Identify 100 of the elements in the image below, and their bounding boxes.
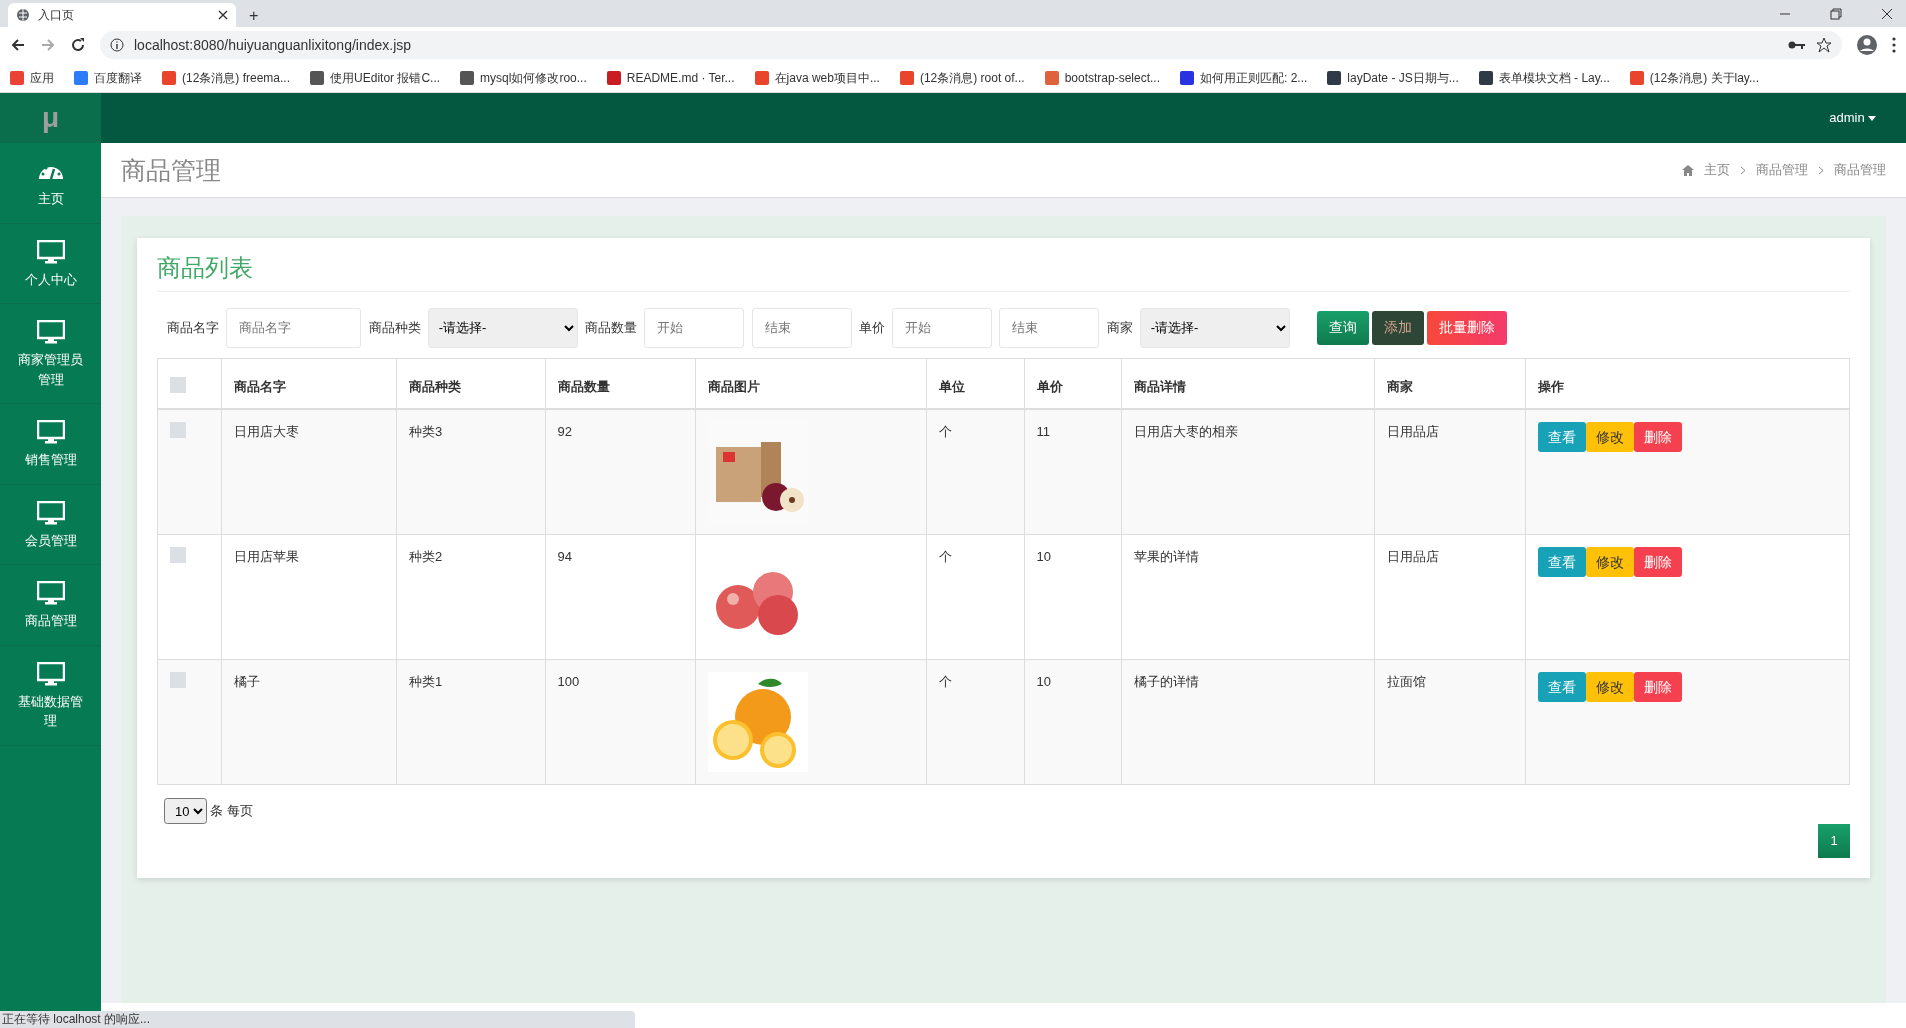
sidebar-item[interactable]: 商家管理员管理 xyxy=(12,350,89,389)
sidebar-item[interactable]: 会员管理 xyxy=(24,530,77,550)
more-icon[interactable] xyxy=(1892,37,1896,53)
breadcrumb-item: 商品管理 xyxy=(1834,161,1886,180)
filter-label: 商品名字 xyxy=(167,319,219,338)
filter-label: 单价 xyxy=(858,319,885,338)
table-cell: 个 xyxy=(939,549,953,565)
page-size-select[interactable]: 10 xyxy=(163,798,207,824)
delete-button[interactable]: 删除 xyxy=(1633,547,1682,578)
bookmark-link[interactable]: (12条消息) 关于lay... xyxy=(1649,68,1759,87)
bookmark-link[interactable]: 在java web项目中... xyxy=(774,68,880,87)
table-cell: 日用店大枣 xyxy=(234,424,300,440)
checkbox[interactable] xyxy=(170,672,186,689)
new-tab-button[interactable]: + xyxy=(236,2,272,27)
key-icon[interactable] xyxy=(1788,39,1806,51)
column-header: 商品种类 xyxy=(409,378,461,394)
restore-icon[interactable] xyxy=(1830,7,1842,20)
checkbox[interactable] xyxy=(170,376,186,393)
table-cell: 100 xyxy=(557,674,580,690)
bookmark-link[interactable]: (12条消息) root of... xyxy=(919,68,1025,87)
delete-button[interactable]: 批量删除 xyxy=(1427,310,1507,345)
query-button[interactable]: 查询 xyxy=(1316,310,1369,345)
sidebar-item[interactable]: 销售管理 xyxy=(24,450,77,470)
column-header: 商家 xyxy=(1387,378,1413,394)
add-button[interactable]: 添加 xyxy=(1371,310,1424,345)
range-field[interactable]: 结束 xyxy=(751,307,852,348)
column-header: 商品数量 xyxy=(557,378,610,394)
reload-icon[interactable] xyxy=(70,37,86,53)
column-header: 操作 xyxy=(1537,378,1564,394)
table-cell: 11 xyxy=(1036,424,1051,440)
sidebar-item[interactable]: 商品管理 xyxy=(24,611,77,631)
monitor-icon xyxy=(36,500,65,525)
breadcrumb-item[interactable]: 主页 xyxy=(1704,160,1730,180)
bookmark-link[interactable]: 应用 xyxy=(30,68,54,87)
close-icon[interactable] xyxy=(218,10,228,20)
bookmark-link[interactable]: 百度翻译 xyxy=(94,68,142,87)
column-header: 商品图片 xyxy=(708,378,761,394)
filter-label: 商品数量 xyxy=(585,319,637,338)
monitor-icon xyxy=(36,239,65,264)
chevron-icon xyxy=(1818,165,1824,175)
close-icon[interactable] xyxy=(1881,7,1893,20)
sidebar-item[interactable]: 主页 xyxy=(37,189,64,209)
table-cell: 日用品店 xyxy=(1387,549,1439,565)
bookmark-link[interactable]: layDate - JS日期与... xyxy=(1347,68,1459,87)
table-cell: 拉面馆 xyxy=(1387,674,1426,690)
range-field[interactable]: 结束 xyxy=(999,307,1100,348)
chevron-icon xyxy=(1740,165,1746,175)
browser-tab[interactable]: 入口页 xyxy=(8,3,236,27)
globe-icon xyxy=(16,8,30,22)
table-cell: 种类1 xyxy=(409,674,443,690)
filter-label: 商品种类 xyxy=(368,319,421,338)
bookmark-link[interactable]: 使用UEditor 报错C... xyxy=(330,68,441,87)
delete-button[interactable]: 删除 xyxy=(1633,422,1682,453)
bookmark-link[interactable]: 如何用正则匹配: 2... xyxy=(1200,68,1308,87)
back-icon[interactable] xyxy=(10,37,26,53)
bookmark-link[interactable]: mysql如何修改roo... xyxy=(480,68,587,87)
checkbox[interactable] xyxy=(170,422,186,439)
select-field[interactable]: -请选择- xyxy=(1139,307,1290,348)
home-icon xyxy=(1682,164,1694,176)
select-field[interactable]: -请选择- xyxy=(427,307,578,348)
table-cell: 个 xyxy=(939,424,953,440)
bookmark-link[interactable]: (12条消息) freema... xyxy=(182,68,291,87)
table-cell: 日用店苹果 xyxy=(234,549,300,565)
column-header: 单位 xyxy=(939,378,966,394)
table-cell: 10 xyxy=(1036,674,1051,690)
caret-icon xyxy=(1868,115,1876,121)
table-cell: 日用店大枣的相亲 xyxy=(1133,424,1238,440)
table-cell: 92 xyxy=(557,424,573,440)
address-bar[interactable]: localhost:8080/huiyuanguanlixitong/index.jsp xyxy=(100,31,1842,59)
logo: μ xyxy=(0,93,101,143)
column-header: 商品名字 xyxy=(234,378,287,394)
user-menu[interactable]: admin xyxy=(1829,108,1876,128)
search-field[interactable]: 商品名字 xyxy=(226,307,362,348)
account-icon[interactable] xyxy=(1856,34,1878,56)
edit-button[interactable]: 修改 xyxy=(1585,422,1634,453)
table-cell: 橘子 xyxy=(234,674,261,690)
page-title: 商品管理 xyxy=(121,155,221,185)
page-button[interactable]: 1 xyxy=(1818,823,1850,858)
delete-button[interactable]: 删除 xyxy=(1633,672,1682,703)
breadcrumb-item[interactable]: 商品管理 xyxy=(1756,160,1808,180)
column-header: 商品详情 xyxy=(1133,378,1186,394)
panel-title: 商品列表 xyxy=(157,254,1850,292)
table-cell: 10 xyxy=(1036,549,1051,565)
bookmark-link[interactable]: 表单模块文档 - Lay... xyxy=(1498,68,1610,87)
bookmark-link[interactable]: README.md · Ter... xyxy=(626,68,735,87)
edit-button[interactable]: 修改 xyxy=(1585,547,1634,578)
sidebar-item[interactable]: 个人中心 xyxy=(24,269,77,289)
monitor-icon xyxy=(36,661,65,686)
sidebar-item[interactable]: 基础数据管理 xyxy=(12,691,89,731)
range-field[interactable]: 开始 xyxy=(644,307,745,348)
edit-button[interactable]: 修改 xyxy=(1585,672,1634,703)
table-cell: 苹果的详情 xyxy=(1133,549,1199,565)
range-field[interactable]: 开始 xyxy=(892,307,992,348)
checkbox[interactable] xyxy=(170,547,186,564)
table-cell: 日用品店 xyxy=(1387,424,1439,440)
table-cell: 个 xyxy=(939,674,953,690)
bookmark-link[interactable]: bootstrap-select... xyxy=(1064,68,1160,87)
monitor-icon xyxy=(36,581,65,605)
star-icon[interactable] xyxy=(1816,37,1832,53)
table-cell: 橘子的详情 xyxy=(1133,674,1199,690)
